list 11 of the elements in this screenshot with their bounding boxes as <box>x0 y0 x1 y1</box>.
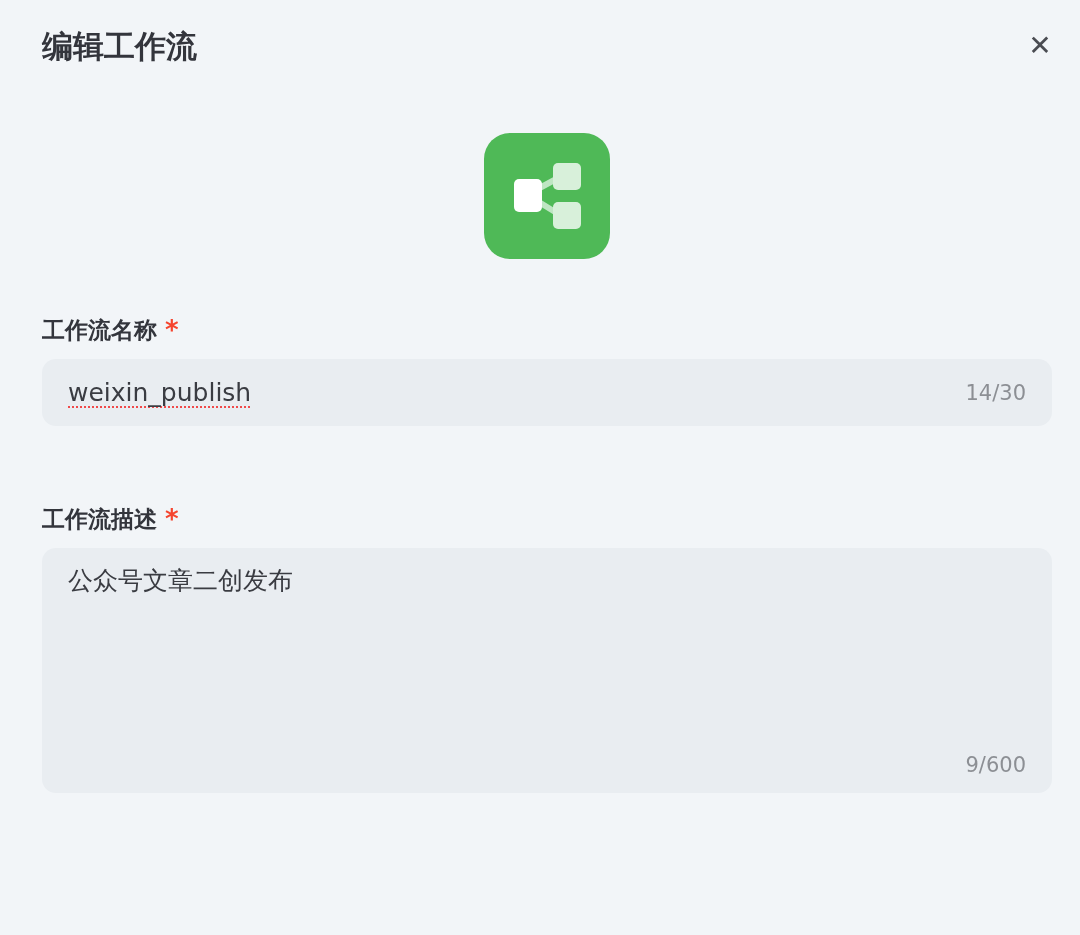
required-mark: * <box>165 314 179 346</box>
dialog-title: 编辑工作流 <box>42 27 197 66</box>
char-counter: 14/30 <box>965 379 1026 407</box>
close-button[interactable]: ✕ <box>1024 30 1056 62</box>
required-mark: * <box>165 503 179 535</box>
field-label: 工作流名称 <box>42 316 157 345</box>
description-textarea[interactable]: 公众号文章二创发布 9/600 <box>42 548 1052 793</box>
char-counter: 9/600 <box>965 752 1026 779</box>
workflow-icon <box>484 133 610 259</box>
field-label: 工作流描述 <box>42 505 157 534</box>
name-input[interactable]: weixin_publish 14/30 <box>42 359 1052 426</box>
